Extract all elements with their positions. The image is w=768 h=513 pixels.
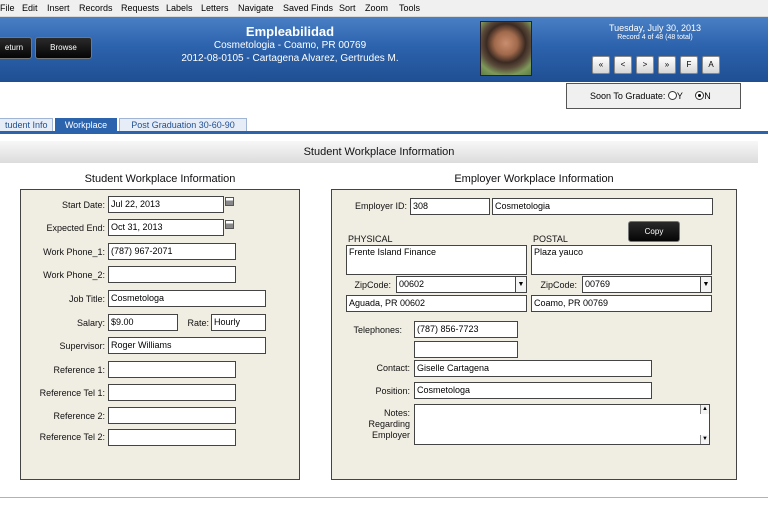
start-date-label: Start Date: [61,200,105,210]
scroll-up-icon[interactable]: ▲ [700,405,709,414]
all-button[interactable]: A [702,56,720,74]
physical-city-field[interactable]: Aguada, PR 00602 [346,295,527,312]
menu-navigate[interactable]: Navigate [238,3,274,13]
reference-tel-2-label: Reference Tel 2: [39,432,105,442]
contact-field[interactable]: Giselle Cartagena [414,360,652,377]
current-date: Tuesday, July 30, 2013 [608,23,702,33]
employer-id-label: Employer ID: [354,201,407,211]
radio-no-label: N [704,91,711,101]
find-button[interactable]: F [680,56,698,74]
reference-tel-2-field[interactable] [108,429,236,446]
menu-requests[interactable]: Requests [121,3,159,13]
work-phone-1-field[interactable]: (787) 967-2071 [108,243,236,260]
job-title-field[interactable]: Cosmetologa [108,290,266,307]
previous-record-button[interactable]: < [614,56,632,74]
reference-2-label: Reference 2: [53,411,105,421]
notes-label-regarding: Regarding [368,419,410,429]
reference-2-field[interactable] [108,407,236,424]
position-field[interactable]: Cosmetologa [414,382,652,399]
tab-workplace[interactable]: Workplace [55,118,117,132]
physical-zip-value: 00602 [399,279,425,289]
menu-bar: File Edit Insert Records Requests Labels… [0,0,768,17]
postal-zip-label: ZipCode: [540,280,577,290]
work-phone-2-label: Work Phone_2: [43,270,105,280]
tab-underline [0,131,768,134]
physical-zip-select[interactable]: 00602 ▼ [396,276,527,293]
telephones-label: Telephones: [353,325,402,335]
salary-label: Salary: [76,318,105,328]
start-date-field[interactable]: Jul 22, 2013 [108,196,224,213]
reference-1-field[interactable] [108,361,236,378]
tab-post-graduation[interactable]: Post Graduation 30-60-90 [119,118,247,132]
record-info: Record 4 of 48 (48 total) [617,34,693,41]
menu-sort[interactable]: Sort [339,3,356,13]
job-title-label: Job Title: [68,294,105,304]
employer-name-field[interactable]: Cosmetologia [492,198,713,215]
work-phone-1-label: Work Phone_1: [43,247,105,257]
telephone-2-field[interactable] [414,341,518,358]
first-record-button[interactable]: « [592,56,610,74]
soon-to-graduate-box: Soon To Graduate: Y N [566,83,741,109]
notes-field[interactable]: ▲ ▼ [414,404,710,445]
return-button[interactable]: eturn [0,37,32,59]
student-line: 2012-08-0105 - Cartagena Alvarez, Gertru… [181,53,399,64]
postal-address-field[interactable]: Plaza yauco [531,245,712,275]
next-record-button[interactable]: > [636,56,654,74]
calendar-icon[interactable] [225,220,234,229]
rate-field[interactable]: Hourly [211,314,266,331]
menu-edit[interactable]: Edit [22,3,38,13]
program-line: Cosmetologia - Coamo, PR 00769 [213,40,367,51]
rate-label: Rate: [187,318,209,328]
chevron-down-icon[interactable]: ▼ [515,277,526,292]
copy-button[interactable]: Copy [628,221,680,242]
reference-1-label: Reference 1: [53,365,105,375]
physical-label: PHYSICAL [348,234,393,244]
chevron-down-icon[interactable]: ▼ [700,277,711,292]
calendar-icon[interactable] [225,197,234,206]
student-photo [480,21,532,76]
physical-zip-label: ZipCode: [354,280,391,290]
soon-to-graduate-label: Soon To Graduate: [590,91,666,101]
employer-id-field[interactable]: 308 [410,198,490,215]
telephone-1-field[interactable]: (787) 856-7723 [414,321,518,338]
menu-saved-finds[interactable]: Saved Finds [283,3,333,13]
radio-yes[interactable] [667,91,677,100]
menu-insert[interactable]: Insert [47,3,70,13]
physical-address-field[interactable]: Frente Island Finance [346,245,527,275]
postal-zip-value: 00769 [585,279,611,289]
radio-yes-label: Y [676,91,683,101]
postal-city-field[interactable]: Coamo, PR 00769 [531,295,712,312]
reference-tel-1-field[interactable] [108,384,236,401]
postal-zip-select[interactable]: 00769 ▼ [582,276,712,293]
position-label: Position: [375,386,410,396]
notes-label-employer: Employer [371,430,410,440]
postal-label: POSTAL [533,234,568,244]
supervisor-field[interactable]: Roger Williams [108,337,266,354]
menu-zoom[interactable]: Zoom [365,3,388,13]
bottom-divider [0,497,768,498]
last-record-button[interactable]: » [658,56,676,74]
notes-label: Notes: [383,408,410,418]
salary-field[interactable]: $9.00 [108,314,178,331]
menu-records[interactable]: Records [79,3,113,13]
expected-end-field[interactable]: Oct 31, 2013 [108,219,224,236]
browse-button[interactable]: Browse [35,37,92,59]
supervisor-label: Supervisor: [59,341,105,351]
menu-labels[interactable]: Labels [166,3,193,13]
menu-file[interactable]: File [0,3,15,13]
reference-tel-1-label: Reference Tel 1: [39,388,105,398]
scroll-down-icon[interactable]: ▼ [700,435,709,444]
menu-letters[interactable]: Letters [201,3,229,13]
work-phone-2-field[interactable] [108,266,236,283]
radio-no[interactable] [695,91,705,100]
employer-panel-title: Employer Workplace Information [454,173,614,185]
app-title: Empleabilidad [245,24,335,39]
expected-end-label: Expected End: [46,223,105,233]
contact-label: Contact: [376,363,410,373]
tab-student-info[interactable]: tudent Info [0,118,53,132]
menu-tools[interactable]: Tools [399,3,420,13]
student-panel-title: Student Workplace Information [84,173,236,185]
section-title: Student Workplace Information [0,141,758,163]
